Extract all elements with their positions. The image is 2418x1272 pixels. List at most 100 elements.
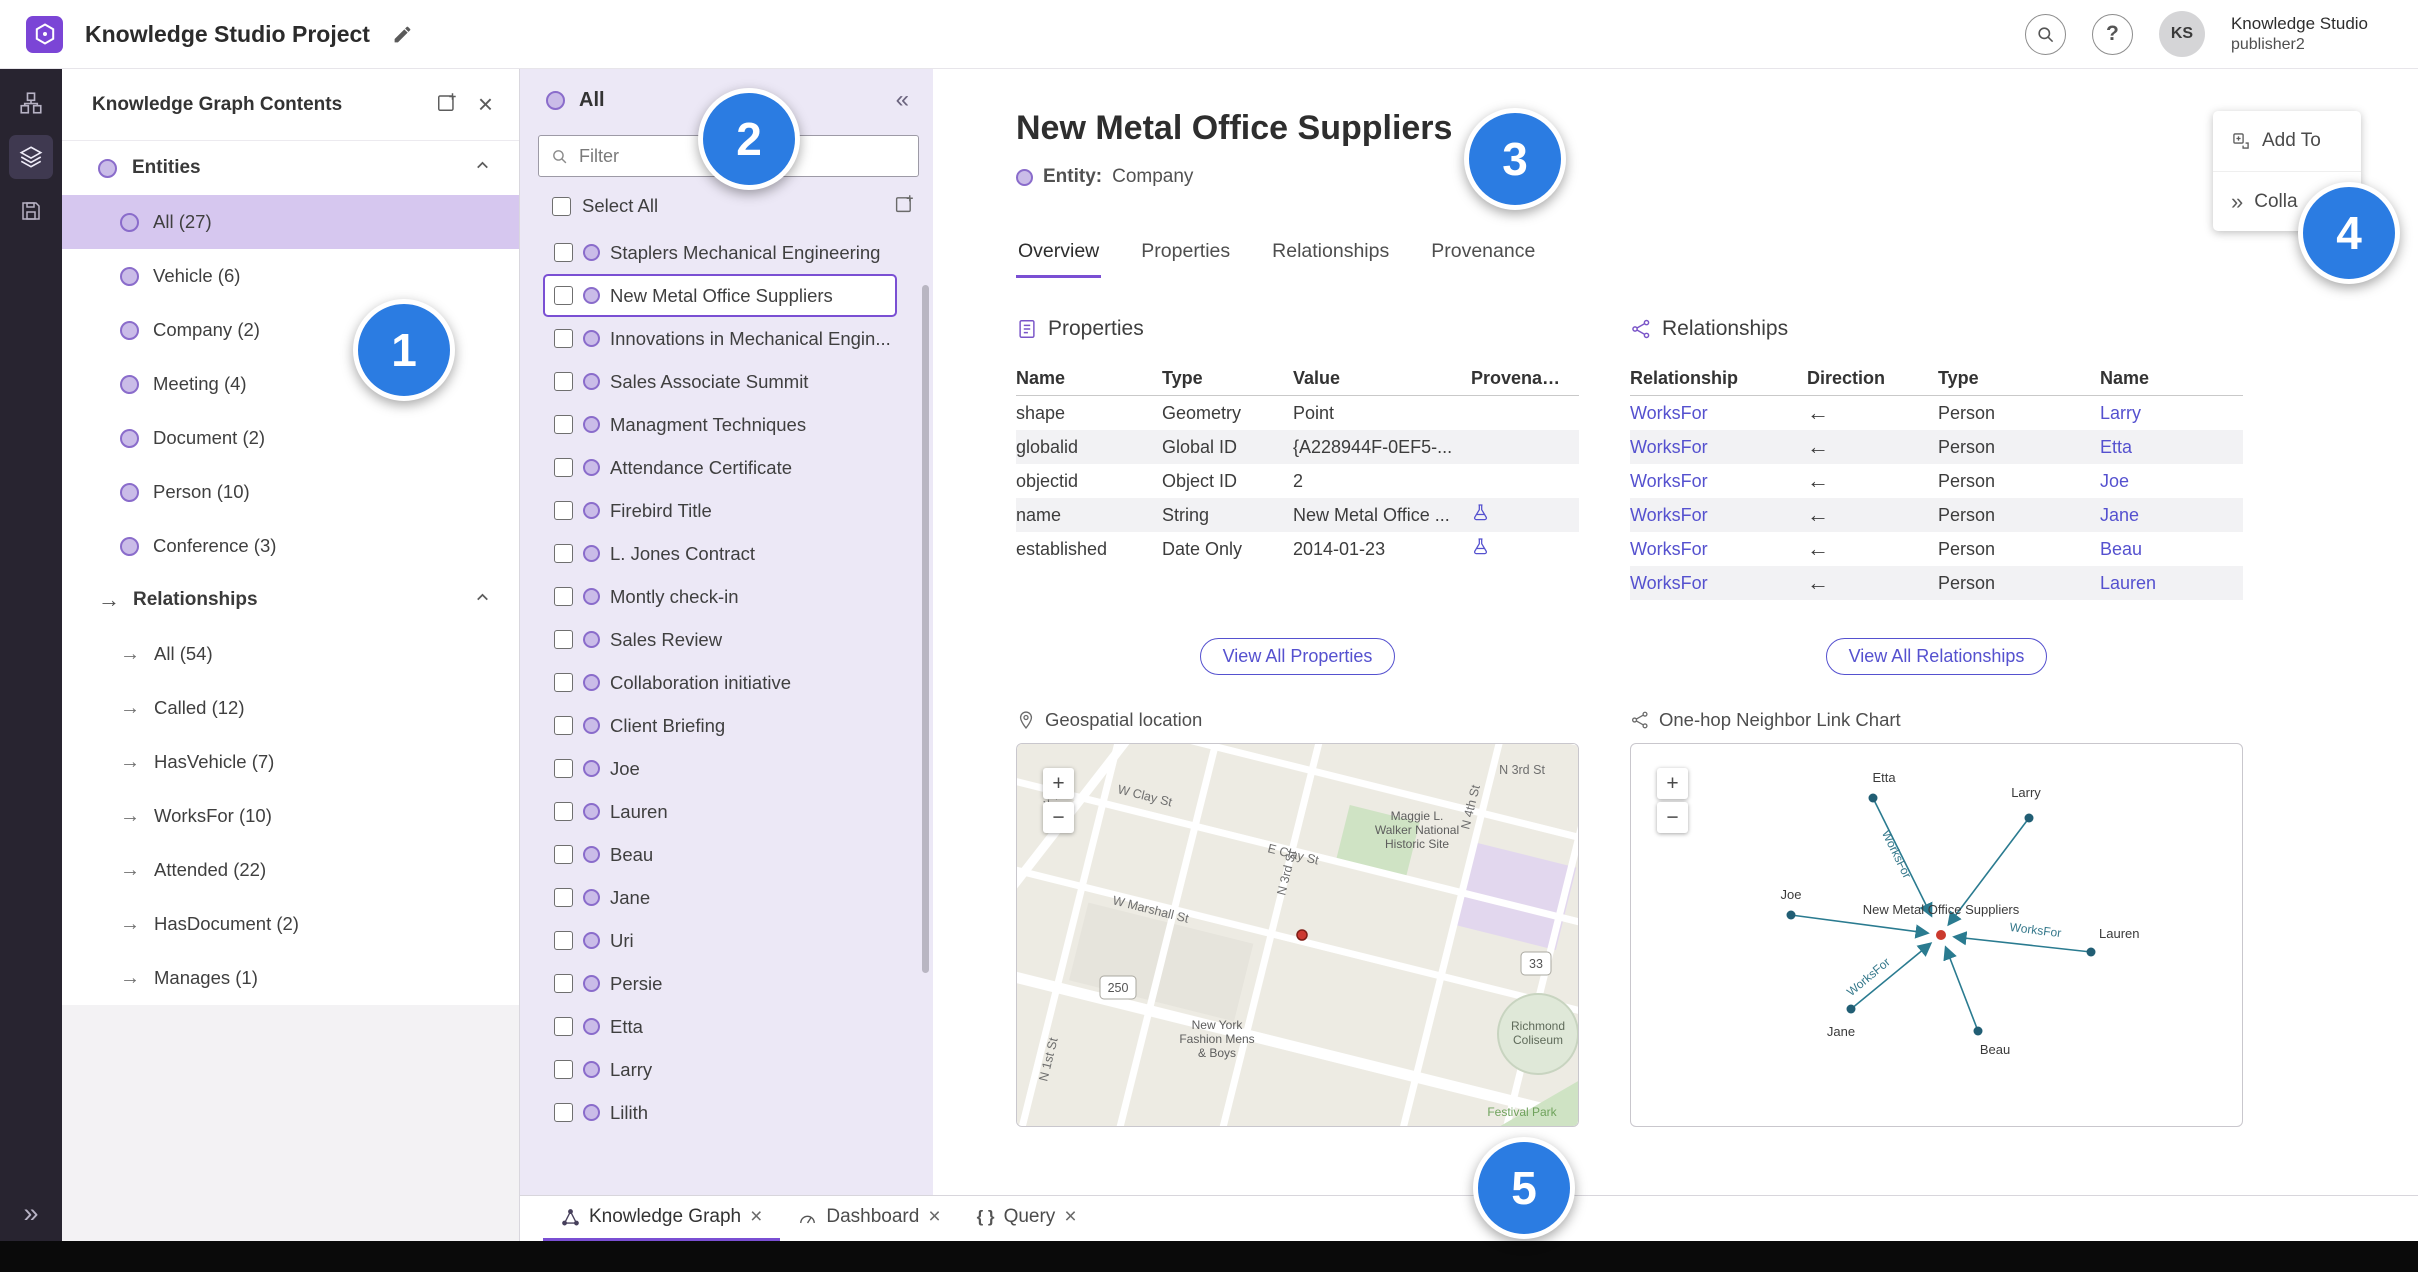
scrollbar[interactable]	[922, 285, 929, 973]
item-checkbox[interactable]	[554, 716, 573, 735]
app-logo-icon[interactable]	[26, 15, 63, 53]
graph-center-node[interactable]	[1936, 930, 1946, 940]
hierarchy-icon[interactable]	[9, 81, 53, 125]
expand-rail-icon[interactable]	[23, 1198, 38, 1229]
list-item[interactable]: New Metal Office Suppliers	[543, 274, 897, 317]
tab-dashboard[interactable]: Dashboard	[780, 1196, 958, 1241]
select-all-checkbox[interactable]	[552, 196, 571, 216]
add-item-icon[interactable]	[894, 193, 915, 219]
related-entity-link[interactable]: Jane	[2100, 505, 2243, 526]
list-item[interactable]: Jane	[543, 876, 897, 919]
relationships-section-header[interactable]: Relationships	[62, 573, 519, 627]
item-checkbox[interactable]	[554, 587, 573, 606]
sidebar-item-entity[interactable]: Conference (3)	[62, 519, 519, 573]
entities-section-header[interactable]: Entities	[62, 141, 519, 195]
view-all-relationships-button[interactable]: View All Relationships	[1825, 638, 2048, 675]
detail-tab[interactable]: Overview	[1016, 234, 1102, 278]
avatar[interactable]: KS	[2158, 11, 2205, 57]
list-item[interactable]: Firebird Title	[543, 489, 897, 532]
sidebar-item-entity[interactable]: All (27)	[62, 195, 519, 249]
zoom-out-button[interactable]: −	[1043, 802, 1074, 833]
detail-tab[interactable]: Provenance	[1429, 234, 1537, 278]
sidebar-item-relationship[interactable]: HasVehicle (7)	[62, 735, 519, 789]
item-checkbox[interactable]	[554, 501, 573, 520]
detail-tab[interactable]: Relationships	[1270, 234, 1391, 278]
list-item[interactable]: Sales Associate Summit	[543, 360, 897, 403]
item-checkbox[interactable]	[554, 845, 573, 864]
relationship-link[interactable]: WorksFor	[1630, 403, 1807, 424]
tab-knowledge-graph[interactable]: Knowledge Graph	[543, 1196, 781, 1241]
list-item[interactable]: Lauren	[543, 790, 897, 833]
related-entity-link[interactable]: Lauren	[2100, 573, 2243, 594]
list-item[interactable]: Staplers Mechanical Engineering	[543, 231, 897, 274]
relationship-link[interactable]: WorksFor	[1630, 437, 1807, 458]
list-item[interactable]: Innovations in Mechanical Engin...	[543, 317, 897, 360]
sidebar-item-entity[interactable]: Document (2)	[62, 411, 519, 465]
map-marker[interactable]	[1296, 929, 1308, 941]
list-item[interactable]: Client Briefing	[543, 704, 897, 747]
list-item[interactable]: Sales Review	[543, 618, 897, 661]
item-checkbox[interactable]	[554, 415, 573, 434]
provenance-flask-icon[interactable]	[1471, 503, 1490, 522]
related-entity-link[interactable]: Joe	[2100, 471, 2243, 492]
help-icon[interactable]	[2091, 13, 2133, 55]
related-entity-link[interactable]: Larry	[2100, 403, 2243, 424]
sidebar-item-relationship[interactable]: Attended (22)	[62, 843, 519, 897]
list-item[interactable]: Montly check-in	[543, 575, 897, 618]
zoom-in-button[interactable]: +	[1043, 768, 1074, 799]
sidebar-item-entity[interactable]: Vehicle (6)	[62, 249, 519, 303]
item-checkbox[interactable]	[554, 544, 573, 563]
zoom-in-button[interactable]: +	[1657, 768, 1688, 799]
sidebar-item-relationship[interactable]: All (54)	[62, 627, 519, 681]
add-item-icon[interactable]	[436, 91, 458, 118]
tab-query[interactable]: { } Query	[959, 1196, 1095, 1241]
close-tab-icon[interactable]	[1064, 1205, 1076, 1229]
map-canvas[interactable]: W Clay St E Clay St N 3rd St N 3rd St N …	[1017, 744, 1579, 1127]
collapse-panel-icon[interactable]	[896, 86, 909, 114]
close-tab-icon[interactable]	[928, 1205, 940, 1229]
relationship-link[interactable]: WorksFor	[1630, 471, 1807, 492]
item-checkbox[interactable]	[554, 1017, 573, 1036]
close-tab-icon[interactable]	[750, 1205, 762, 1229]
item-checkbox[interactable]	[554, 630, 573, 649]
item-checkbox[interactable]	[554, 1060, 573, 1079]
close-panel-icon[interactable]	[478, 89, 493, 120]
item-checkbox[interactable]	[554, 243, 573, 262]
item-checkbox[interactable]	[554, 1103, 573, 1122]
relationship-link[interactable]: WorksFor	[1630, 573, 1807, 594]
chevron-up-icon[interactable]	[474, 157, 491, 179]
edit-title-icon[interactable]	[392, 24, 413, 45]
related-entity-link[interactable]: Etta	[2100, 437, 2243, 458]
list-item[interactable]: Uri	[543, 919, 897, 962]
provenance-flask-icon[interactable]	[1471, 537, 1490, 556]
item-checkbox[interactable]	[554, 372, 573, 391]
search-icon[interactable]	[2024, 13, 2066, 55]
relationship-link[interactable]: WorksFor	[1630, 539, 1807, 560]
relationship-link[interactable]: WorksFor	[1630, 505, 1807, 526]
chevron-up-icon[interactable]	[474, 589, 491, 611]
item-checkbox[interactable]	[554, 931, 573, 950]
list-item[interactable]: Lilith	[543, 1091, 897, 1134]
item-checkbox[interactable]	[554, 329, 573, 348]
related-entity-link[interactable]: Beau	[2100, 539, 2243, 560]
item-checkbox[interactable]	[554, 286, 573, 305]
list-item[interactable]: Persie	[543, 962, 897, 1005]
detail-tab[interactable]: Properties	[1139, 234, 1232, 278]
sidebar-item-relationship[interactable]: WorksFor (10)	[62, 789, 519, 843]
item-checkbox[interactable]	[554, 802, 573, 821]
save-icon[interactable]	[9, 189, 53, 233]
user-info[interactable]: Knowledge Studio publisher2	[2231, 13, 2368, 54]
list-item[interactable]: Larry	[543, 1048, 897, 1091]
add-to-button[interactable]: Add To	[2213, 111, 2361, 171]
link-chart-canvas[interactable]: Etta Larry Joe Lauren Jane Beau New Meta…	[1631, 744, 2243, 1127]
list-item[interactable]: Beau	[543, 833, 897, 876]
list-item[interactable]: L. Jones Contract	[543, 532, 897, 575]
list-item[interactable]: Etta	[543, 1005, 897, 1048]
item-checkbox[interactable]	[554, 759, 573, 778]
sidebar-item-relationship[interactable]: Called (12)	[62, 681, 519, 735]
item-checkbox[interactable]	[554, 974, 573, 993]
view-all-properties-button[interactable]: View All Properties	[1199, 638, 1396, 675]
item-checkbox[interactable]	[554, 458, 573, 477]
list-item[interactable]: Joe	[543, 747, 897, 790]
item-checkbox[interactable]	[554, 888, 573, 907]
